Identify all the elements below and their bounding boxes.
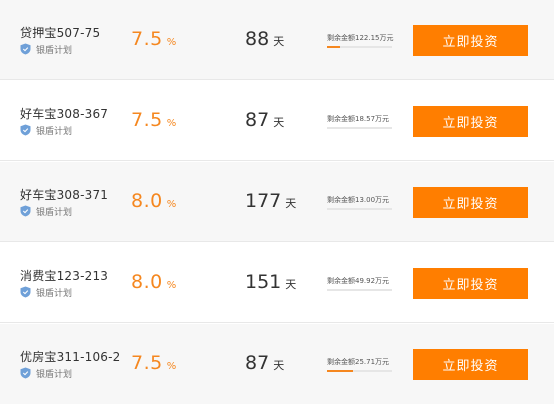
term-days: 177 天 — [245, 190, 296, 212]
remaining-amount: 剩余金额13.00万元 — [327, 196, 390, 204]
product-list: 贷押宝507-75 银盾计划 7.5% 88 天 剩余金额122.15万元 立即投… — [0, 0, 554, 406]
term-days: 87 天 — [245, 352, 284, 374]
interest-rate: 7.5% — [131, 352, 177, 374]
remaining-amount: 剩余金额122.15万元 — [327, 34, 394, 42]
progress-bar — [327, 46, 392, 48]
remaining-amount: 剩余金额18.57万元 — [327, 115, 390, 123]
progress-bar — [327, 289, 392, 291]
product-row: 好车宝308-371 银盾计划 8.0% 177 天 剩余金额13.00万元 立即… — [0, 162, 554, 242]
plan-tag: 银盾计划 — [20, 204, 72, 218]
progress-fill — [327, 46, 340, 48]
progress-fill — [327, 370, 353, 372]
invest-button[interactable]: 立即投资 — [413, 349, 528, 380]
remaining-amount: 剩余金额25.71万元 — [327, 358, 390, 366]
plan-label: 银盾计划 — [36, 288, 73, 299]
invest-button[interactable]: 立即投资 — [413, 106, 528, 137]
days-value: 151 — [245, 271, 282, 293]
term-days: 151 天 — [245, 271, 296, 293]
shield-icon — [20, 367, 31, 379]
product-name[interactable]: 好车宝308-371 — [20, 186, 108, 203]
product-row: 好车宝308-367 银盾计划 7.5% 87 天 剩余金额18.57万元 立即投… — [0, 81, 554, 161]
rate-unit: % — [166, 37, 177, 48]
rate-value: 8.0 — [131, 271, 163, 293]
shield-icon — [20, 124, 31, 136]
plan-tag: 银盾计划 — [20, 42, 72, 56]
product-name[interactable]: 优房宝311-106-2 — [20, 348, 121, 365]
days-unit: 天 — [273, 116, 285, 129]
product-row: 消费宝123-213 银盾计划 8.0% 151 天 剩余金额49.92万元 立即… — [0, 243, 554, 323]
product-name[interactable]: 消费宝123-213 — [20, 267, 108, 284]
plan-label: 银盾计划 — [36, 126, 73, 137]
days-value: 87 — [245, 352, 270, 374]
remaining-amount: 剩余金额49.92万元 — [327, 277, 390, 285]
rate-unit: % — [166, 199, 177, 210]
days-value: 87 — [245, 109, 270, 131]
days-value: 177 — [245, 190, 282, 212]
term-days: 88 天 — [245, 28, 284, 50]
term-days: 87 天 — [245, 109, 284, 131]
invest-button[interactable]: 立即投资 — [413, 187, 528, 218]
days-unit: 天 — [285, 197, 297, 210]
shield-icon — [20, 286, 31, 298]
interest-rate: 8.0% — [131, 271, 177, 293]
progress-bar — [327, 370, 392, 372]
product-name[interactable]: 好车宝308-367 — [20, 105, 108, 122]
product-name[interactable]: 贷押宝507-75 — [20, 24, 100, 41]
rate-value: 7.5 — [131, 28, 163, 50]
rate-value: 7.5 — [131, 352, 163, 374]
days-unit: 天 — [273, 359, 285, 372]
rate-value: 8.0 — [131, 190, 163, 212]
plan-label: 银盾计划 — [36, 45, 73, 56]
rate-unit: % — [166, 361, 177, 372]
interest-rate: 8.0% — [131, 190, 177, 212]
product-row: 贷押宝507-75 银盾计划 7.5% 88 天 剩余金额122.15万元 立即投… — [0, 0, 554, 80]
plan-tag: 银盾计划 — [20, 123, 72, 137]
shield-icon — [20, 43, 31, 55]
plan-tag: 银盾计划 — [20, 285, 72, 299]
rate-value: 7.5 — [131, 109, 163, 131]
shield-icon — [20, 205, 31, 217]
progress-bar — [327, 127, 392, 129]
product-row: 优房宝311-106-2 银盾计划 7.5% 87 天 剩余金额25.71万元 立… — [0, 324, 554, 404]
days-unit: 天 — [285, 278, 297, 291]
plan-label: 银盾计划 — [36, 369, 73, 380]
progress-bar — [327, 208, 392, 210]
plan-tag: 银盾计划 — [20, 366, 72, 380]
days-unit: 天 — [273, 35, 285, 48]
rate-unit: % — [166, 118, 177, 129]
interest-rate: 7.5% — [131, 109, 177, 131]
invest-button[interactable]: 立即投资 — [413, 25, 528, 56]
invest-button[interactable]: 立即投资 — [413, 268, 528, 299]
days-value: 88 — [245, 28, 270, 50]
interest-rate: 7.5% — [131, 28, 177, 50]
plan-label: 银盾计划 — [36, 207, 73, 218]
rate-unit: % — [166, 280, 177, 291]
